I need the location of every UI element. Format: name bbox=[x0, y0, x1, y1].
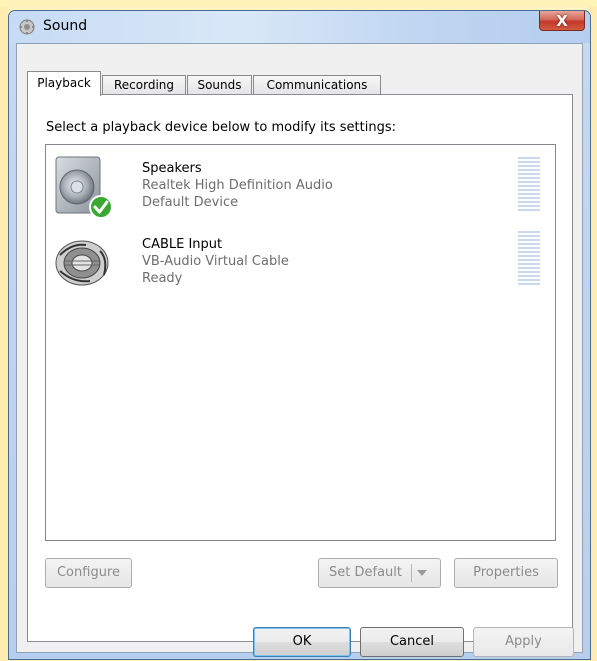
device-item-cable-input[interactable]: CABLE Input VB-Audio Virtual Cable Ready bbox=[46, 227, 555, 303]
close-button[interactable]: X bbox=[539, 11, 585, 31]
tab-recording[interactable]: Recording bbox=[102, 75, 186, 95]
ok-button[interactable]: OK bbox=[253, 627, 351, 657]
speaker-icon bbox=[55, 156, 113, 219]
desktop-background-left bbox=[0, 6, 8, 661]
split-divider bbox=[411, 564, 412, 582]
desktop-background bbox=[0, 0, 597, 6]
device-list[interactable]: Speakers Realtek High Definition Audio D… bbox=[45, 144, 556, 541]
dialog-client-area: Playback Recording Sounds Communications… bbox=[16, 43, 583, 657]
device-description: VB-Audio Virtual Cable bbox=[142, 254, 289, 269]
device-text-speakers: Speakers Realtek High Definition Audio D… bbox=[142, 160, 333, 211]
device-status: Ready bbox=[142, 271, 183, 286]
sound-app-icon bbox=[19, 19, 35, 35]
tab-playback[interactable]: Playback bbox=[27, 71, 101, 96]
chevron-down-icon[interactable] bbox=[416, 568, 428, 578]
set-default-button[interactable]: Set Default bbox=[318, 558, 441, 588]
instruction-text: Select a playback device below to modify… bbox=[46, 120, 396, 135]
configure-button[interactable]: Configure bbox=[45, 558, 132, 588]
device-description: Realtek High Definition Audio bbox=[142, 178, 333, 193]
playback-tab-panel: Select a playback device below to modify… bbox=[27, 94, 573, 642]
tab-sounds[interactable]: Sounds bbox=[187, 75, 252, 95]
properties-button[interactable]: Properties bbox=[454, 558, 558, 588]
window-title: Sound bbox=[43, 18, 88, 34]
device-status: Default Device bbox=[142, 195, 239, 210]
title-bar[interactable]: Sound X bbox=[9, 11, 590, 43]
device-name: CABLE Input bbox=[142, 237, 223, 252]
device-name: Speakers bbox=[142, 161, 202, 176]
tab-communications[interactable]: Communications bbox=[253, 75, 381, 95]
cancel-button[interactable]: Cancel bbox=[360, 627, 464, 657]
set-default-label: Set Default bbox=[329, 565, 402, 580]
apply-button[interactable]: Apply bbox=[473, 627, 574, 657]
device-item-speakers[interactable]: Speakers Realtek High Definition Audio D… bbox=[46, 151, 555, 227]
sound-dialog-window: Sound X Playback Recording Sounds Commun… bbox=[8, 10, 591, 660]
cable-icon bbox=[55, 240, 109, 286]
volume-level-meter bbox=[518, 231, 540, 289]
device-text-cable-input: CABLE Input VB-Audio Virtual Cable Ready bbox=[142, 236, 289, 287]
volume-level-meter bbox=[518, 157, 540, 215]
